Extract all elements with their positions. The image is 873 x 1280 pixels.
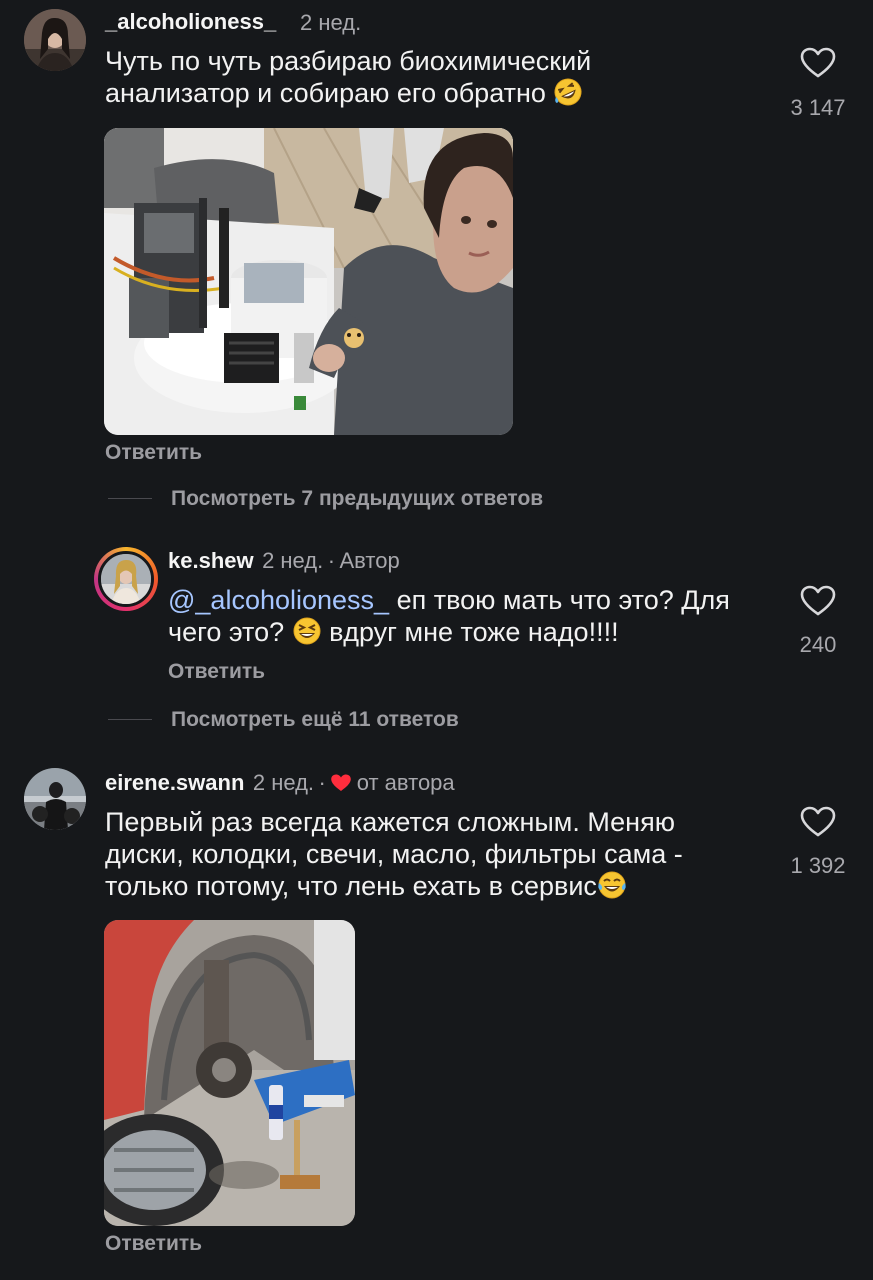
thread-line	[108, 498, 152, 499]
comments-page: _alcoholioness_ 2 нед. Чуть по чуть разб…	[0, 0, 873, 1280]
like-heart-icon[interactable]	[800, 585, 836, 617]
mention-link[interactable]: @_alcoholioness_	[168, 585, 389, 615]
view-more-replies-button[interactable]: Посмотреть ещё 11 ответов	[171, 708, 459, 732]
comment-time: 2 нед.	[262, 548, 324, 573]
like-heart-icon[interactable]	[800, 806, 836, 838]
reply-button[interactable]: Ответить	[168, 660, 265, 684]
thread-line	[108, 719, 152, 720]
like-heart-icon[interactable]	[800, 47, 836, 79]
comment-text: Первый раз всегда кажется сложным. Меняю…	[105, 806, 775, 902]
separator-dot: ·	[318, 770, 326, 795]
comment-text-line-span: еп твою мать что это? Для	[389, 585, 730, 615]
separator-dot: ·	[327, 548, 336, 573]
reply-header: ke.shew 2 нед. · Автор	[168, 548, 400, 574]
liked-by-author-label: от автора	[356, 770, 455, 795]
comment-header: eirene.swann 2 нед. · от автора	[105, 770, 455, 798]
comment-username[interactable]: eirene.swann	[105, 770, 244, 795]
reply-button[interactable]: Ответить	[105, 441, 202, 465]
avatar[interactable]	[24, 768, 86, 830]
like-count[interactable]: 3 147	[778, 95, 858, 121]
comment-text-line: диски, колодки, свечи, масло, фильтры са…	[105, 839, 683, 869]
rofl-emoji	[553, 77, 583, 107]
comment-text-line-span: чего это?	[168, 617, 285, 647]
comment-text: Чуть по чуть разбираю биохимический анал…	[105, 45, 765, 109]
comment-text-line-span: только потому, что лень ехать в сервис	[105, 871, 597, 901]
comment-time: 2 нед.	[252, 770, 315, 795]
avatar[interactable]	[24, 9, 86, 71]
view-previous-replies-button[interactable]: Посмотреть 7 предыдущих ответов	[171, 487, 543, 511]
story-ring[interactable]	[94, 547, 158, 611]
comment-time: 2 нед.	[300, 10, 362, 35]
red-heart-icon	[330, 773, 352, 798]
comment-username[interactable]: ke.shew	[168, 548, 254, 573]
comment-text: @_alcoholioness_ еп твою мать что это? Д…	[168, 584, 778, 648]
comment-text-line: Чуть по чуть разбираю биохимический	[105, 46, 592, 76]
comment-photo[interactable]	[104, 920, 355, 1226]
comment-text-line: @_alcoholioness_ еп твою мать что это? Д…	[168, 584, 778, 616]
author-badge: Автор	[339, 548, 400, 573]
like-count[interactable]: 1 392	[778, 853, 858, 879]
comment-username[interactable]: _alcoholioness_	[105, 9, 276, 35]
comment-text-line-span: вдруг мне тоже надо!!!!	[329, 617, 619, 647]
avatar	[98, 551, 154, 607]
comment-text-line-span: анализатор и собираю его обратно	[105, 78, 546, 108]
comment-text-line: анализатор и собираю его обратно	[105, 77, 765, 109]
grinning-squint-emoji	[292, 616, 322, 646]
comment-text-line: Первый раз всегда кажется сложным. Меняю	[105, 807, 675, 837]
like-count[interactable]: 240	[778, 632, 858, 658]
tears-of-joy-emoji	[597, 870, 627, 900]
reply-button[interactable]: Ответить	[105, 1232, 202, 1256]
comment-photo[interactable]	[104, 128, 513, 435]
comment-text-line: только потому, что лень ехать в сервис	[105, 870, 775, 902]
comment-text-line: чего это? вдруг мне тоже надо!!!!	[168, 616, 778, 648]
